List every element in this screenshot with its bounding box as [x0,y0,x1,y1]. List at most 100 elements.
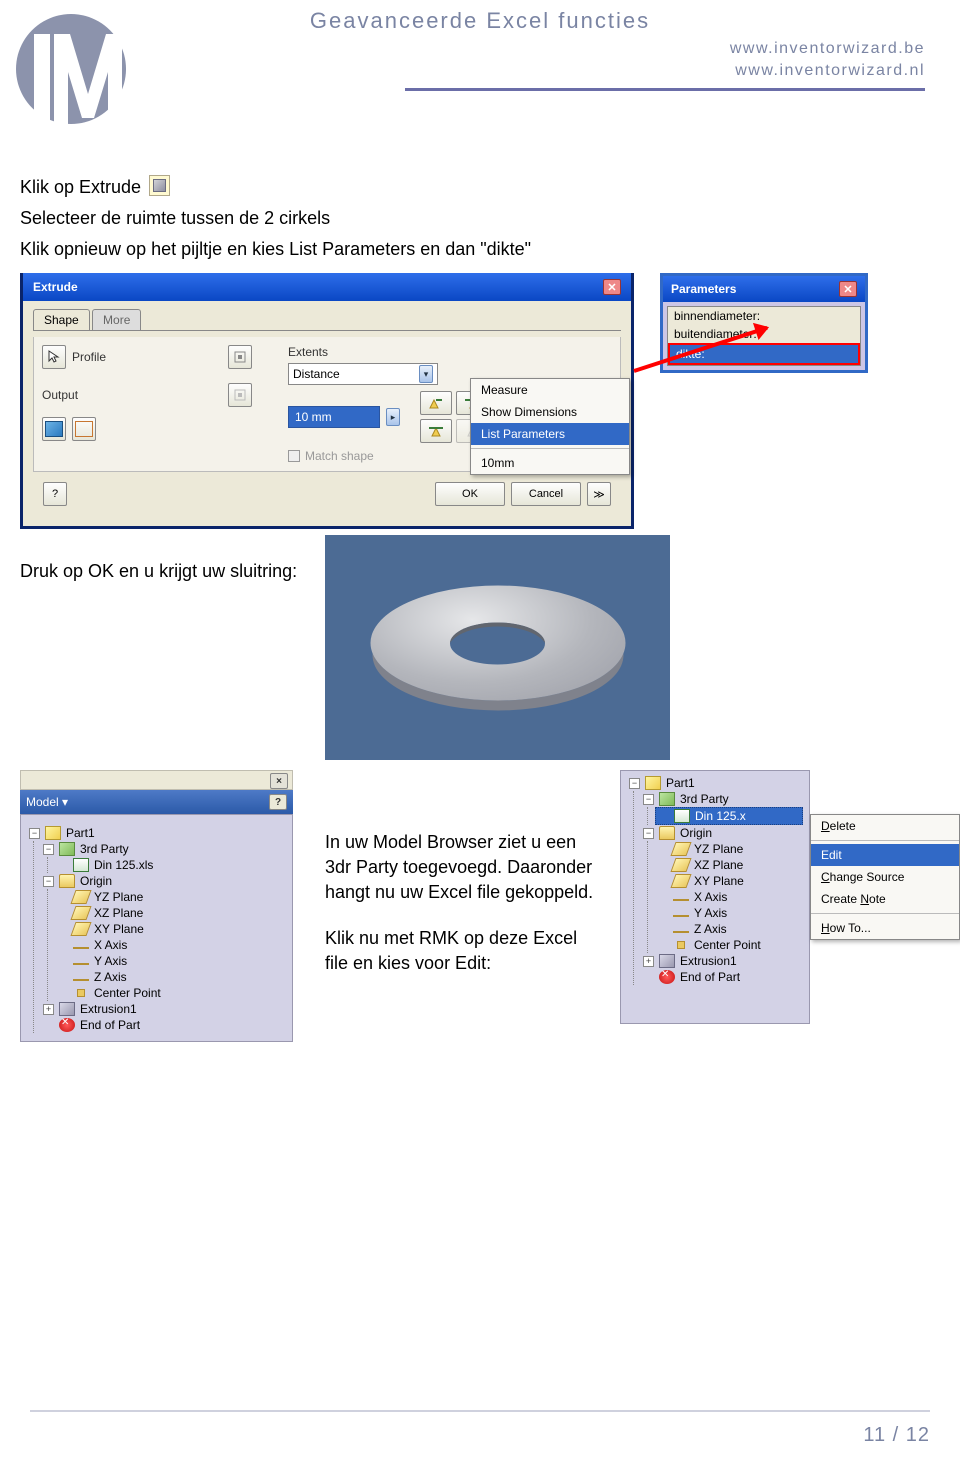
intro-line-1-text: Klik op Extrude [20,177,141,197]
node-yz[interactable]: YZ Plane [94,890,143,904]
output-solid-disabled [228,383,252,407]
extents-label: Extents [288,345,488,359]
node-extrusion[interactable]: Extrusion1 [80,1002,137,1016]
distance-flyout-icon[interactable]: ▸ [386,408,400,426]
node-3rd-party[interactable]: 3rd Party [680,792,729,806]
chevron-down-icon[interactable]: ▾ [62,795,68,809]
node-extrusion[interactable]: Extrusion1 [680,954,737,968]
dir-positive-button[interactable] [420,391,452,415]
washer-shape [370,586,625,701]
node-xy[interactable]: XY Plane [694,874,744,888]
context-menu: Delete Edit Change Source Create Note Ho… [810,814,960,940]
profile-label: Profile [72,350,106,364]
cancel-button[interactable]: Cancel [511,482,581,506]
collapse-icon[interactable]: − [643,794,654,805]
part-icon [645,776,661,790]
island-icon [233,350,247,364]
close-icon[interactable]: × [270,773,288,789]
help-button[interactable]: ? [43,482,67,506]
footer-divider [30,1410,930,1412]
expand-button[interactable]: ≫ [587,482,611,506]
solid-icon [45,421,63,437]
node-end[interactable]: End of Part [680,970,740,984]
collapse-icon[interactable]: − [29,828,40,839]
node-x[interactable]: X Axis [694,890,727,904]
node-z[interactable]: Z Axis [694,922,727,936]
extrude-icon [149,175,170,196]
model-tree: − Part1 − 3rd Party Din 125.xls − Origin YZ… [20,814,293,1042]
collapse-icon[interactable]: − [43,876,54,887]
excel-icon [73,858,89,872]
model-header-label: Model [26,795,59,809]
select-profile-button[interactable] [42,345,66,369]
node-end[interactable]: End of Part [80,1018,140,1032]
node-xz[interactable]: XZ Plane [94,906,143,920]
menu-show-dimensions[interactable]: Show Dimensions [471,401,629,423]
end-of-part-icon [659,970,675,984]
header-urls: www.inventorwizard.be www.inventorwizard… [730,38,925,83]
extrude-dialog-titlebar: Extrude ✕ [23,273,631,301]
axis-icon [73,979,89,981]
node-part[interactable]: Part1 [66,826,95,840]
intro-line-3: Klik opnieuw op het pijltje en kies List… [20,237,940,262]
axis-icon [673,899,689,901]
point-icon [77,989,85,997]
tab-more[interactable]: More [92,309,141,330]
profile-solid-button[interactable] [228,345,252,369]
collapse-icon[interactable]: − [629,778,640,789]
ok-button[interactable]: OK [435,482,505,506]
node-part[interactable]: Part1 [666,776,695,790]
end-of-part-icon [59,1018,75,1032]
plane-icon [70,890,91,904]
extrude-dialog-title: Extrude [33,280,78,294]
collapse-icon[interactable]: − [643,828,654,839]
close-icon[interactable]: ✕ [839,281,857,297]
menu-edit[interactable]: Edit [811,844,959,866]
node-z[interactable]: Z Axis [94,970,127,984]
menu-how-to[interactable]: How To... [811,917,959,939]
menu-list-parameters[interactable]: List Parameters [471,423,629,445]
dir-symmetric-button[interactable] [420,419,452,443]
url-nl: www.inventorwizard.nl [730,60,925,82]
excel-icon [674,809,690,823]
node-3rd-party[interactable]: 3rd Party [80,842,129,856]
logo [16,14,126,149]
axis-icon [73,947,89,949]
folder-icon [59,874,75,888]
node-xls-selected[interactable]: Din 125.x [695,809,746,823]
node-x[interactable]: X Axis [94,938,127,952]
extents-dropdown[interactable]: Distance ▾ [288,363,438,385]
node-center[interactable]: Center Point [694,938,761,952]
page-title: Geavanceerde Excel functies [0,0,960,34]
page-number: 11 / 12 [863,1424,930,1447]
menu-delete[interactable]: Delete [811,815,959,837]
menu-measure[interactable]: Measure [471,379,629,401]
menu-separator [811,913,959,914]
node-center[interactable]: Center Point [94,986,161,1000]
node-origin[interactable]: Origin [80,874,112,888]
node-origin[interactable]: Origin [680,826,712,840]
tab-shape[interactable]: Shape [33,309,90,330]
expand-icon[interactable]: + [43,1004,54,1015]
node-yz[interactable]: YZ Plane [694,842,743,856]
close-icon[interactable]: ✕ [603,279,621,295]
node-y[interactable]: Y Axis [694,906,727,920]
param-dikte[interactable]: dikte: [668,343,860,365]
output-surface-button[interactable] [72,417,96,441]
node-xz[interactable]: XZ Plane [694,858,743,872]
header-divider [405,88,925,91]
help-icon[interactable]: ? [269,794,287,810]
menu-change-source[interactable]: Change Source [811,866,959,888]
expand-icon[interactable]: + [643,956,654,967]
distance-input[interactable]: 10 mm [288,406,380,428]
node-xls[interactable]: Din 125.xls [94,858,153,872]
output-solid-button[interactable] [42,417,66,441]
node-y[interactable]: Y Axis [94,954,127,968]
node-xy[interactable]: XY Plane [94,922,144,936]
distance-flyout-menu: Measure Show Dimensions List Parameters … [470,378,630,475]
menu-10mm[interactable]: 10mm [471,452,629,474]
model-tree-2: − Part1 − 3rd Party Din 125.x − Origin YZ P… [620,770,810,1024]
plane-icon [670,874,691,888]
menu-create-note[interactable]: Create Note [811,888,959,910]
collapse-icon[interactable]: − [43,844,54,855]
